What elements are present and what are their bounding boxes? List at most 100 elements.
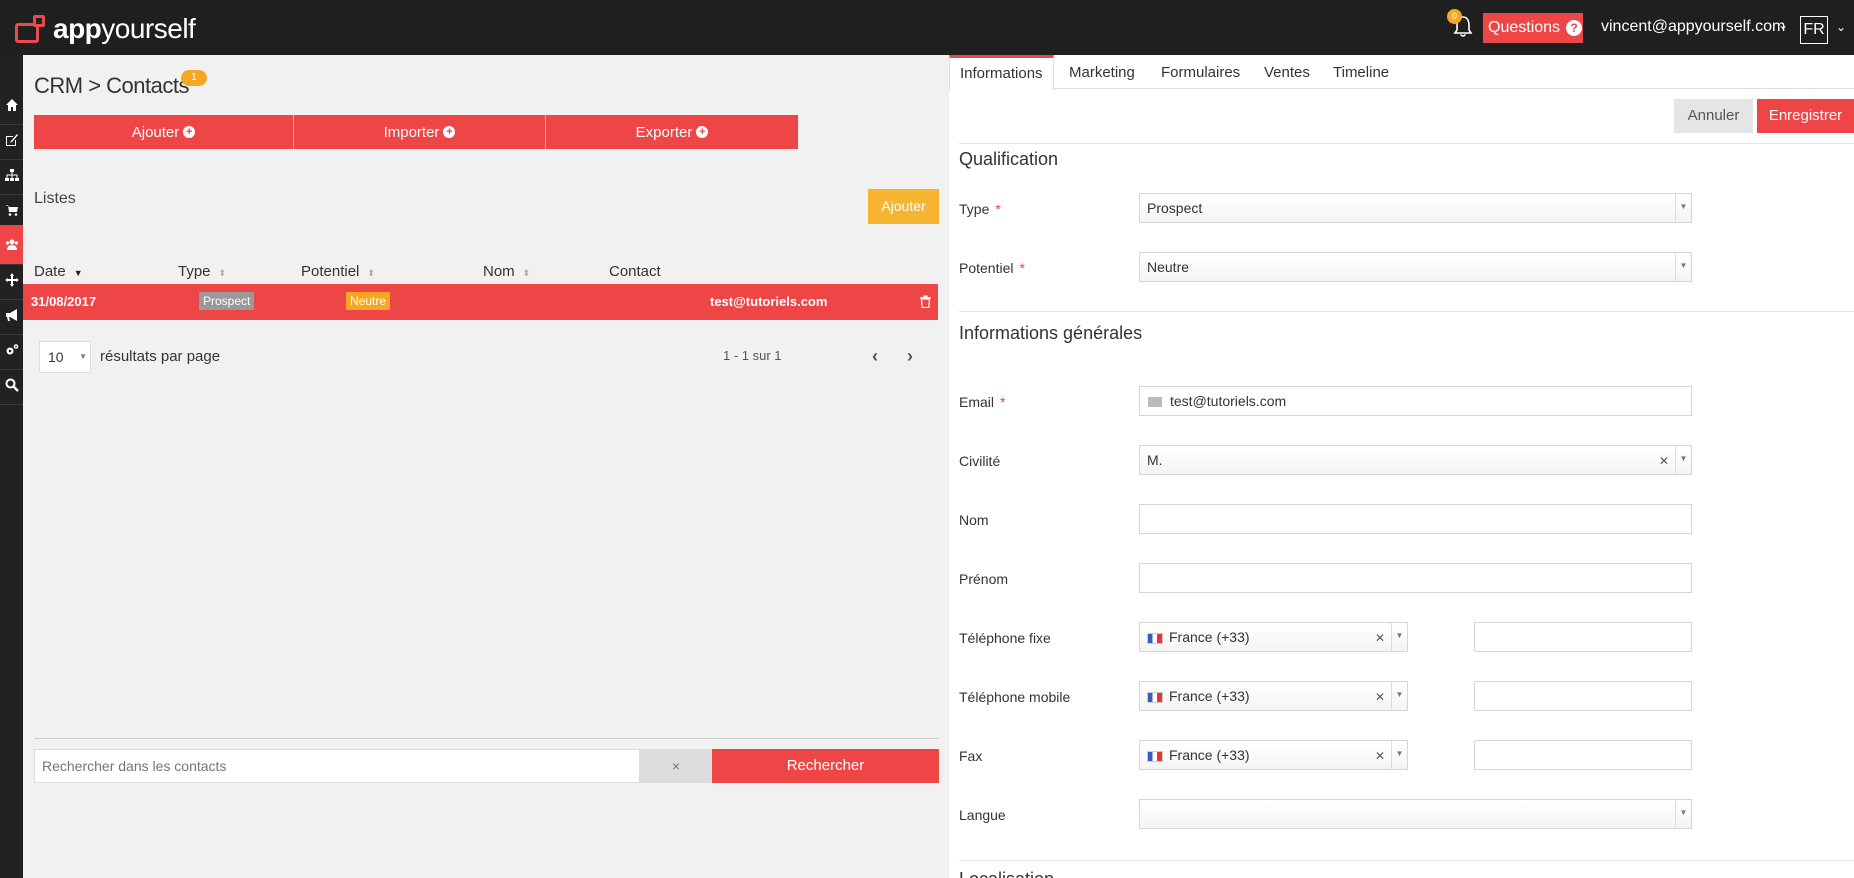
- search-button[interactable]: Rechercher: [712, 749, 939, 783]
- column-potentiel[interactable]: Potentiel ⬍: [301, 263, 375, 280]
- chevron-left-icon[interactable]: ‹: [872, 346, 878, 367]
- tel-fixe-field[interactable]: [1474, 622, 1692, 652]
- tab-informations[interactable]: Informations: [949, 55, 1054, 90]
- tab-bar: Informations Marketing Formulaires Vente…: [949, 55, 1854, 90]
- prenom-field[interactable]: [1139, 563, 1692, 593]
- per-page-select[interactable]: 10 ▼: [39, 341, 91, 373]
- caret-down-icon: ▼: [1391, 623, 1407, 651]
- logo-icon: [15, 15, 47, 43]
- action-bar: Ajouter + Importer + Exporter +: [34, 115, 937, 149]
- table-header: Date ▼ Type ⬍ Potentiel ⬍ Nom ⬍ Contact: [34, 263, 939, 285]
- column-nom[interactable]: Nom ⬍: [483, 263, 530, 280]
- user-menu[interactable]: vincent@appyourself.com: [1601, 18, 1785, 36]
- divider: [959, 143, 1854, 144]
- caret-down-icon: ▼: [79, 352, 87, 361]
- caret-down-icon: ▼: [1391, 682, 1407, 710]
- france-flag-icon: [1147, 691, 1163, 703]
- plus-circle-icon: +: [443, 126, 456, 138]
- contact-detail-panel: Informations Marketing Formulaires Vente…: [949, 55, 1854, 878]
- cart-icon[interactable]: [0, 190, 23, 230]
- fax-field[interactable]: [1474, 740, 1692, 770]
- email-field[interactable]: test@tutoriels.com: [1139, 386, 1692, 416]
- prenom-label: Prénom: [959, 571, 1009, 587]
- app-logo[interactable]: appyourself: [15, 13, 196, 44]
- sort-desc-icon: ▼: [73, 268, 83, 278]
- users-icon[interactable]: [0, 225, 23, 265]
- clear-icon[interactable]: ✕: [1659, 447, 1669, 475]
- divider: [959, 860, 1854, 861]
- logo-text-bold: app: [53, 13, 102, 44]
- potentiel-tag: Neutre: [346, 292, 391, 310]
- clear-icon[interactable]: ✕: [1375, 742, 1385, 770]
- civilite-select[interactable]: M. ✕ ▼: [1139, 445, 1692, 475]
- caret-down-icon: ▼: [1675, 253, 1691, 281]
- localisation-heading: Localisation: [959, 869, 1054, 878]
- import-contacts-button[interactable]: Importer +: [294, 115, 546, 149]
- plus-circle-icon: +: [183, 126, 196, 138]
- contacts-panel: CRM > Contacts 1 Ajouter + Importer + Expo…: [23, 55, 949, 878]
- top-bar: appyourself 0 Questions ? vincent@appyou…: [0, 0, 1854, 55]
- table-row[interactable]: 31/08/2017 Prospect Neutre test@tutoriel…: [23, 284, 938, 320]
- type-label: Type *: [959, 201, 1001, 217]
- pagination-info: 1 - 1 sur 1: [723, 348, 782, 363]
- lists-heading: Listes: [34, 190, 76, 207]
- add-list-button[interactable]: Ajouter: [868, 189, 939, 224]
- france-flag-icon: [1147, 750, 1163, 762]
- export-contacts-button[interactable]: Exporter +: [546, 115, 798, 149]
- tel-mobile-country-select[interactable]: France (+33) ✕ ▼: [1139, 681, 1408, 711]
- save-button[interactable]: Enregistrer: [1757, 99, 1854, 133]
- question-circle-icon: ?: [1566, 20, 1583, 36]
- row-date: 31/08/2017: [31, 294, 97, 309]
- sidebar-nav: [0, 55, 23, 878]
- tab-marketing[interactable]: Marketing: [1069, 55, 1135, 89]
- tel-fixe-label: Téléphone fixe: [959, 630, 1051, 646]
- tab-ventes[interactable]: Ventes: [1264, 55, 1310, 89]
- language-selector[interactable]: FR: [1800, 16, 1828, 44]
- questions-button[interactable]: Questions ?: [1483, 13, 1583, 43]
- tel-mobile-field[interactable]: [1474, 681, 1692, 711]
- column-contact[interactable]: Contact: [609, 263, 661, 280]
- column-type[interactable]: Type ⬍: [178, 263, 226, 280]
- sort-icon: ⬍: [367, 268, 375, 278]
- home-icon[interactable]: [0, 85, 23, 125]
- caret-down-icon: ▼: [1675, 446, 1691, 474]
- trash-icon[interactable]: [920, 295, 931, 308]
- column-date[interactable]: Date ▼: [34, 263, 83, 280]
- langue-select[interactable]: ▼: [1139, 799, 1692, 829]
- add-contact-button[interactable]: Ajouter +: [34, 115, 294, 149]
- email-label: Email *: [959, 394, 1006, 410]
- cogs-icon[interactable]: [0, 330, 23, 370]
- questions-label: Questions: [1488, 19, 1561, 36]
- tab-formulaires[interactable]: Formulaires: [1161, 55, 1240, 89]
- chevron-down-icon[interactable]: ⌄: [1836, 20, 1846, 34]
- langue-label: Langue: [959, 807, 1006, 823]
- tab-timeline[interactable]: Timeline: [1333, 55, 1389, 89]
- chevron-down-icon[interactable]: ⌄: [1778, 18, 1788, 32]
- civilite-label: Civilité: [959, 453, 1001, 469]
- search-input[interactable]: [34, 749, 640, 783]
- move-icon[interactable]: [0, 260, 23, 300]
- type-select[interactable]: Prospect ▼: [1139, 193, 1692, 223]
- france-flag-icon: [1147, 632, 1163, 644]
- search-clear-button[interactable]: ×: [640, 749, 712, 783]
- fax-country-select[interactable]: France (+33) ✕ ▼: [1139, 740, 1408, 770]
- general-info-heading: Informations générales: [959, 323, 1143, 343]
- contacts-count-badge: 1: [181, 70, 207, 86]
- tel-fixe-country-select[interactable]: France (+33) ✕ ▼: [1139, 622, 1408, 652]
- search-icon[interactable]: [0, 365, 23, 405]
- type-tag: Prospect: [199, 292, 255, 310]
- megaphone-icon[interactable]: [0, 295, 23, 335]
- nom-field[interactable]: [1139, 504, 1692, 534]
- sitemap-icon[interactable]: [0, 155, 23, 195]
- edit-icon[interactable]: [0, 120, 23, 160]
- logo-text-rest: yourself: [101, 13, 196, 44]
- divider: [34, 738, 939, 739]
- plus-circle-icon: +: [696, 126, 709, 138]
- cancel-button[interactable]: Annuler: [1674, 99, 1753, 133]
- clear-icon[interactable]: ✕: [1375, 683, 1385, 711]
- chevron-right-icon[interactable]: ›: [907, 346, 913, 367]
- row-contact: test@tutoriels.com: [710, 294, 828, 309]
- clear-icon[interactable]: ✕: [1375, 624, 1385, 652]
- potentiel-select[interactable]: Neutre ▼: [1139, 252, 1692, 282]
- fax-label: Fax: [959, 748, 983, 764]
